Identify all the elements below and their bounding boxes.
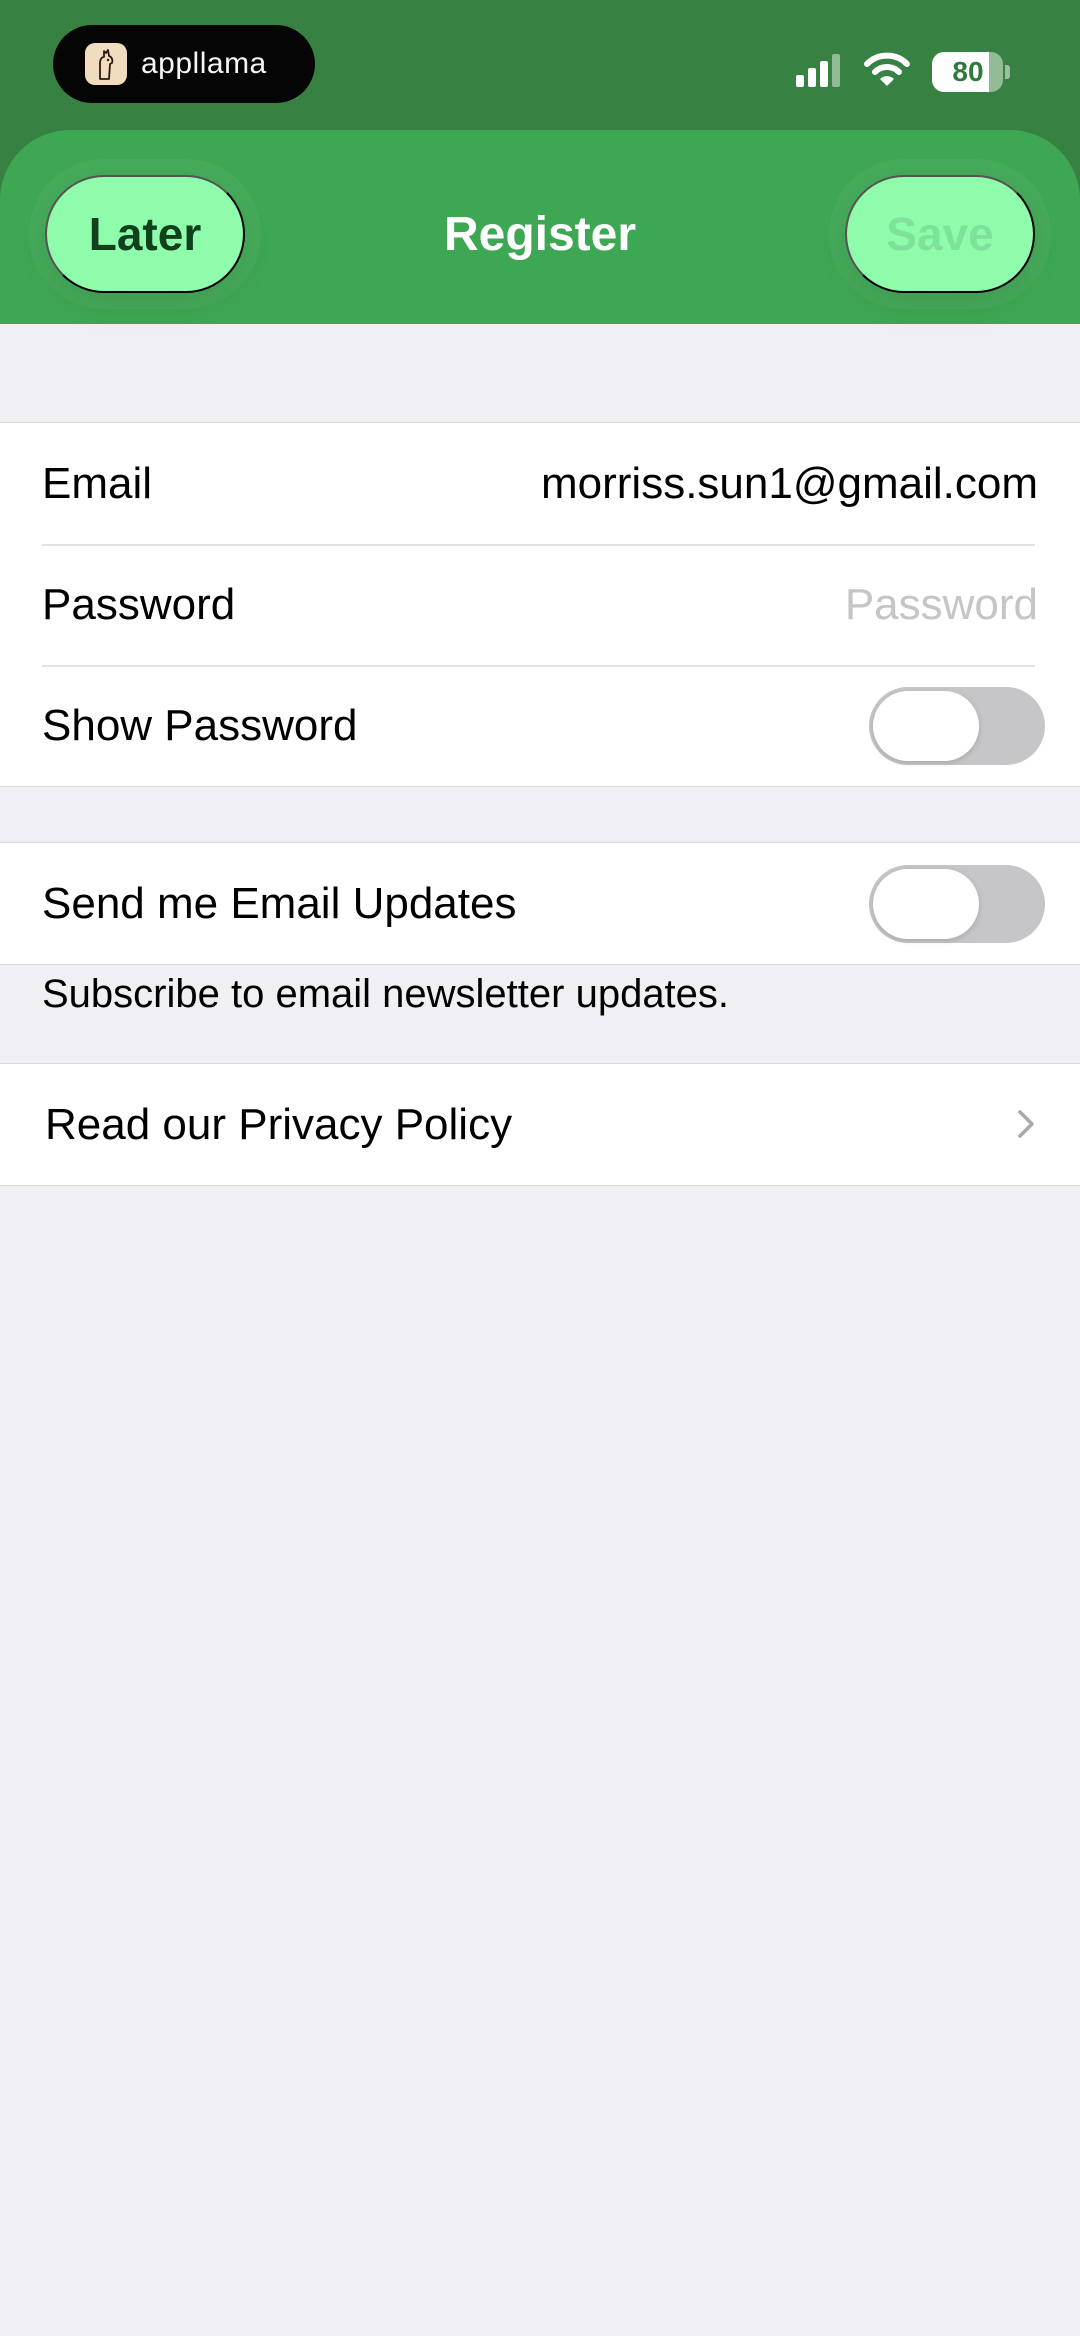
email-updates-toggle[interactable]: [869, 864, 1045, 943]
privacy-policy-label: Read our Privacy Policy: [45, 1099, 513, 1149]
llama-logo-icon: [85, 43, 127, 85]
status-icons: 80: [796, 50, 1010, 94]
register-screen: appllama 80 Later Register Save Email mo…: [0, 0, 1080, 2336]
email-updates-footnote: Subscribe to email newsletter updates.: [42, 972, 730, 1016]
dynamic-island[interactable]: appllama: [53, 25, 315, 103]
wifi-icon: [864, 52, 910, 93]
nav-bar: Later Register Save: [0, 130, 1080, 324]
cellular-signal-icon: [796, 53, 842, 92]
toggle-knob: [873, 690, 979, 761]
email-updates-group: Send me Email Updates: [0, 842, 1080, 965]
show-password-toggle[interactable]: [869, 686, 1045, 765]
email-updates-row: Send me Email Updates: [0, 843, 1080, 964]
email-row[interactable]: Email morriss.sun1@gmail.com: [0, 423, 1080, 544]
chevron-right-icon: [1017, 1100, 1035, 1150]
toggle-knob: [873, 868, 979, 939]
privacy-policy-row[interactable]: Read our Privacy Policy: [0, 1064, 1080, 1185]
battery-cap: [1005, 65, 1010, 79]
status-bar: appllama 80: [0, 0, 1080, 130]
email-field[interactable]: morriss.sun1@gmail.com: [541, 459, 1038, 509]
save-button[interactable]: Save: [845, 175, 1035, 293]
app-name: appllama: [141, 47, 267, 80]
password-row[interactable]: Password Password: [0, 544, 1080, 665]
password-field[interactable]: Password: [845, 580, 1038, 630]
show-password-row: Show Password: [0, 665, 1080, 786]
email-label: Email: [42, 458, 153, 508]
email-updates-label: Send me Email Updates: [42, 878, 517, 928]
battery-indicator: 80: [932, 52, 1010, 92]
battery-level: 80: [952, 56, 984, 87]
show-password-label: Show Password: [42, 700, 358, 750]
privacy-group: Read our Privacy Policy: [0, 1063, 1080, 1186]
password-label: Password: [42, 579, 236, 629]
credentials-group: Email morriss.sun1@gmail.com Password Pa…: [0, 422, 1080, 787]
